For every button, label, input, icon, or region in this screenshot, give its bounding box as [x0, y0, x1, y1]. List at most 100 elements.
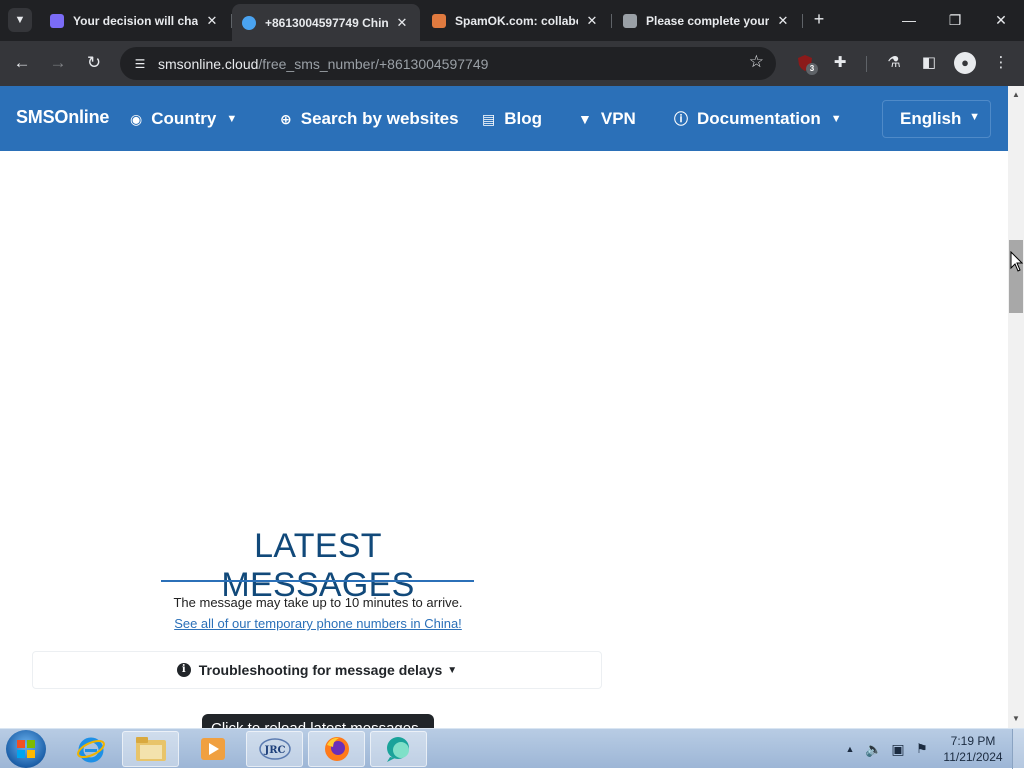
globe-icon: ⊕	[280, 110, 292, 127]
site-brand[interactable]: SMSOnline	[16, 107, 109, 128]
extension-badge: 3	[806, 63, 818, 75]
nav-documentation-label: Documentation	[697, 109, 821, 128]
forward-icon[interactable]: →	[44, 49, 72, 77]
folder-icon	[135, 737, 166, 761]
taskbar-file-explorer[interactable]	[122, 731, 179, 767]
browser-tab[interactable]: Your decision will change ✕	[40, 5, 230, 36]
tab-search-button[interactable]: ▼	[8, 8, 32, 32]
page-scrollbar[interactable]: ▲ ▼	[1008, 86, 1024, 728]
chevron-down-icon: ▼	[447, 664, 458, 676]
show-desktop-button[interactable]	[1012, 729, 1024, 769]
chevron-down-icon: ▼	[969, 111, 980, 123]
chevron-down-icon: ▼	[830, 113, 842, 125]
tab-title: Please complete your	[646, 13, 769, 28]
scroll-down-arrow-icon[interactable]: ▼	[1008, 712, 1024, 726]
chevron-down-icon: ▼	[14, 14, 26, 26]
nav-search-websites-label: Search by websites	[300, 109, 459, 128]
tab-separator	[802, 14, 803, 28]
nav-vpn[interactable]: ▼ VPN	[578, 106, 636, 132]
browser-toolbar: ← → ↻ ☰ smsonline.cloud/free_sms_number/…	[0, 41, 1024, 86]
tab-favicon-icon	[50, 13, 64, 28]
nav-country-dropdown[interactable]: ◉ Country ▼	[130, 106, 237, 132]
nav-vpn-label: VPN	[600, 109, 636, 128]
close-window-icon[interactable]: ✕	[978, 6, 1024, 34]
firefox-icon	[324, 737, 349, 761]
latest-messages-heading: LATEST MESSAGES	[221, 527, 415, 604]
close-tab-icon[interactable]: ✕	[775, 13, 791, 29]
troubleshooting-accordion[interactable]: i Troubleshooting for message delays ▼	[32, 651, 602, 689]
chat-bubble-icon	[386, 737, 409, 762]
toolbar-divider	[866, 56, 867, 72]
mouse-cursor-icon	[1010, 251, 1024, 272]
menu-kebab-icon[interactable]: ⋮	[989, 51, 1013, 75]
browser-tab-strip: ▼ Your decision will change ✕ +861300459…	[0, 0, 1024, 41]
info-icon: i	[176, 663, 191, 677]
chevron-down-icon: ▼	[226, 113, 238, 125]
taskbar-chat-app[interactable]	[370, 731, 427, 767]
close-tab-icon[interactable]: ✕	[394, 15, 410, 31]
close-tab-icon[interactable]: ✕	[584, 13, 600, 29]
clock-date: 11/21/2024	[943, 750, 1003, 764]
browser-tab[interactable]: Please complete your ✕	[613, 5, 801, 36]
svg-text:JRC: JRC	[263, 745, 285, 756]
url-text: smsonline.cloud/free_sms_number/+8613004…	[158, 56, 488, 72]
media-player-icon	[200, 738, 225, 760]
ublock-extension-icon[interactable]: 3	[793, 51, 818, 75]
person-icon: ●	[954, 52, 976, 74]
extensions-puzzle-icon[interactable]: ✚	[828, 51, 852, 75]
url-host: smsonline.cloud	[158, 55, 259, 72]
volume-muted-icon[interactable]: 🔈	[864, 729, 884, 769]
site-info-icon[interactable]: ☰	[130, 57, 150, 71]
taskbar-firefox[interactable]	[308, 731, 365, 767]
browser-tab-active[interactable]: +8613004597749 China ✕	[232, 4, 420, 41]
info-circle-icon: ⓘ	[674, 111, 688, 127]
windows-logo-icon	[17, 740, 35, 758]
nav-documentation-dropdown[interactable]: ⓘ Documentation ▼	[674, 106, 842, 132]
network-icon[interactable]: ▣	[888, 729, 908, 769]
bookmark-star-icon[interactable]: ☆	[749, 52, 764, 72]
new-tab-icon[interactable]: +	[808, 8, 830, 32]
action-center-flag-icon[interactable]: ⚑	[912, 729, 932, 769]
minimize-icon[interactable]: —	[886, 6, 932, 34]
troubleshooting-label: Troubleshooting for message delays	[198, 662, 443, 678]
back-icon[interactable]: ←	[8, 49, 36, 77]
close-tab-icon[interactable]: ✕	[204, 13, 220, 29]
labs-flask-icon[interactable]: ⚗	[882, 51, 906, 75]
scroll-up-arrow-icon[interactable]: ▲	[1008, 88, 1024, 102]
start-button[interactable]	[6, 730, 46, 768]
globe-americas-icon: ◉	[130, 110, 143, 127]
windows-taskbar: JRC ▲ 🔈 ▣ ⚑ 7:19 PM 11/21/2024	[0, 728, 1024, 769]
language-select-value: English	[900, 109, 962, 128]
tray-expand-icon[interactable]: ▲	[842, 729, 858, 769]
url-path: /free_sms_number/+8613004597749	[258, 55, 489, 72]
side-panel-icon[interactable]: ◧	[917, 51, 941, 75]
profile-avatar[interactable]: ●	[953, 51, 977, 75]
nav-blog[interactable]: ▤ Blog	[482, 106, 542, 132]
jrc-logo-icon: JRC	[258, 738, 291, 760]
vpn-shield-icon: ▼	[578, 111, 592, 127]
internet-explorer-icon	[76, 737, 105, 763]
tab-title: +8613004597749 China	[265, 15, 388, 30]
tab-title: Your decision will change	[73, 13, 198, 28]
taskbar-jrc-app[interactable]: JRC	[246, 731, 303, 767]
reload-icon[interactable]: ↻	[80, 49, 108, 77]
address-bar[interactable]: ☰ smsonline.cloud/free_sms_number/+86130…	[120, 47, 776, 80]
language-select[interactable]: English ▼	[882, 100, 991, 138]
browser-tab[interactable]: SpamOK.com: collaborate ✕	[422, 5, 610, 36]
taskbar-clock[interactable]: 7:19 PM 11/21/2024	[938, 733, 1008, 765]
tab-title: SpamOK.com: collaborate	[455, 13, 578, 28]
heading-underline	[161, 580, 474, 582]
china-numbers-link[interactable]: See all of our temporary phone numbers i…	[118, 616, 518, 631]
nav-search-websites[interactable]: ⊕ Search by websites	[280, 106, 459, 132]
tab-favicon-icon	[432, 13, 446, 28]
clock-time: 7:19 PM	[950, 734, 996, 748]
nav-blog-label: Blog	[504, 109, 543, 128]
tab-favicon-icon	[242, 15, 256, 30]
taskbar-media-player[interactable]	[184, 731, 241, 767]
restore-icon[interactable]: ❐	[932, 6, 978, 34]
newspaper-icon: ▤	[482, 110, 496, 127]
taskbar-internet-explorer[interactable]	[62, 731, 119, 767]
tab-favicon-icon	[623, 13, 637, 28]
site-navbar: SMSOnline ◉ Country ▼ ⊕ Search by websit…	[0, 86, 1008, 151]
tab-separator	[611, 14, 612, 28]
